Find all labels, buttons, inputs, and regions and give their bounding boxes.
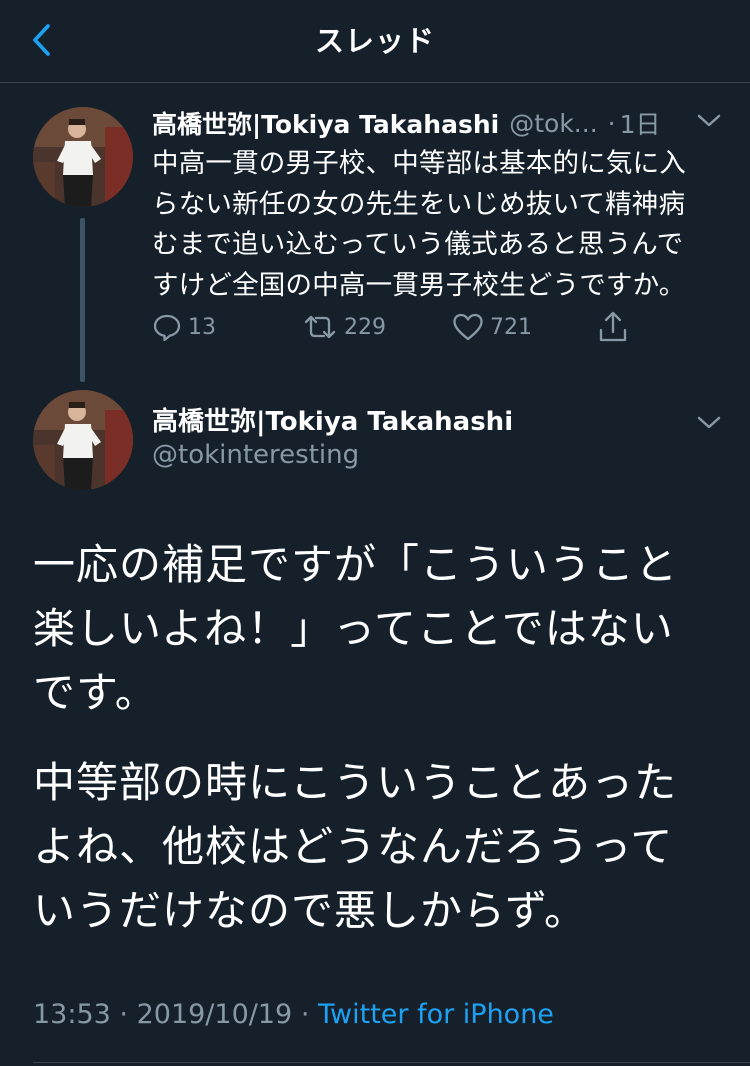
- retweet-button[interactable]: 229: [302, 306, 386, 348]
- tweet-time: 13:53: [33, 999, 111, 1030]
- page-title: スレッド: [314, 24, 435, 58]
- main-handle[interactable]: @tokinteresting: [152, 440, 359, 470]
- parent-tweet-header: 高橋世弥|Tokiya Takahashi @tok... · 1日: [152, 105, 722, 141]
- share-button[interactable]: [597, 306, 635, 348]
- parent-tweet-menu-button[interactable]: [694, 106, 724, 136]
- thread-screen: スレッド 高橋世弥|Tokiya Takahashi @tok... · 1日 …: [0, 0, 750, 1066]
- tweet-paragraph: 一応の補足ですが「こういうこと 楽しいよね！」ってことではない です。: [33, 540, 679, 717]
- parent-display-name[interactable]: 高橋世弥|Tokiya Takahashi: [152, 105, 499, 141]
- main-tweet-menu-button[interactable]: [694, 408, 724, 438]
- separator-dot: ·: [119, 999, 128, 1030]
- divider: [33, 1062, 750, 1063]
- reply-count: 13: [188, 314, 216, 340]
- reply-icon: [153, 314, 181, 342]
- avatar-photo: [33, 107, 133, 207]
- tweet-metadata: 13:53 · 2019/10/19 · Twitter for iPhone: [33, 999, 554, 1030]
- parent-tweet-text: 中高一貫の男子校、中等部は基本的に気に入 らない新任の女の先生をいじめ抜いて精神…: [152, 148, 686, 301]
- parent-timestamp[interactable]: 1日: [620, 105, 661, 141]
- reply-button[interactable]: 13: [152, 306, 216, 348]
- separator-dot: ·: [300, 999, 310, 1030]
- top-bar: スレッド: [0, 0, 750, 83]
- retweet-icon: [304, 315, 336, 339]
- like-button[interactable]: 721: [452, 306, 532, 348]
- parent-tweet-actions: 13 229 721: [152, 306, 652, 348]
- main-display-name[interactable]: 高橋世弥|Tokiya Takahashi: [152, 401, 513, 438]
- tweet-paragraph: 中等部の時にこういうことあった よね、他校はどうなんだろうって いうだけなので悪…: [33, 758, 678, 935]
- chevron-down-icon: [697, 416, 721, 429]
- like-count: 721: [490, 314, 532, 340]
- parent-handle[interactable]: @tok...: [509, 109, 597, 138]
- avatar-photo: [33, 390, 133, 490]
- share-icon: [599, 311, 627, 342]
- thread-connector-line: [80, 218, 85, 382]
- avatar[interactable]: [33, 390, 133, 490]
- separator-dot: ·: [607, 108, 616, 138]
- retweet-count: 229: [344, 314, 386, 340]
- chevron-down-icon: [697, 114, 721, 127]
- avatar[interactable]: [33, 107, 133, 207]
- heart-icon: [453, 313, 483, 341]
- tweet-source-link[interactable]: Twitter for iPhone: [318, 999, 554, 1030]
- main-tweet-text: 一応の補足ですが「こういうこと 楽しいよね！」ってことではない です。 中等部の…: [33, 533, 723, 969]
- tweet-date: 2019/10/19: [136, 999, 293, 1030]
